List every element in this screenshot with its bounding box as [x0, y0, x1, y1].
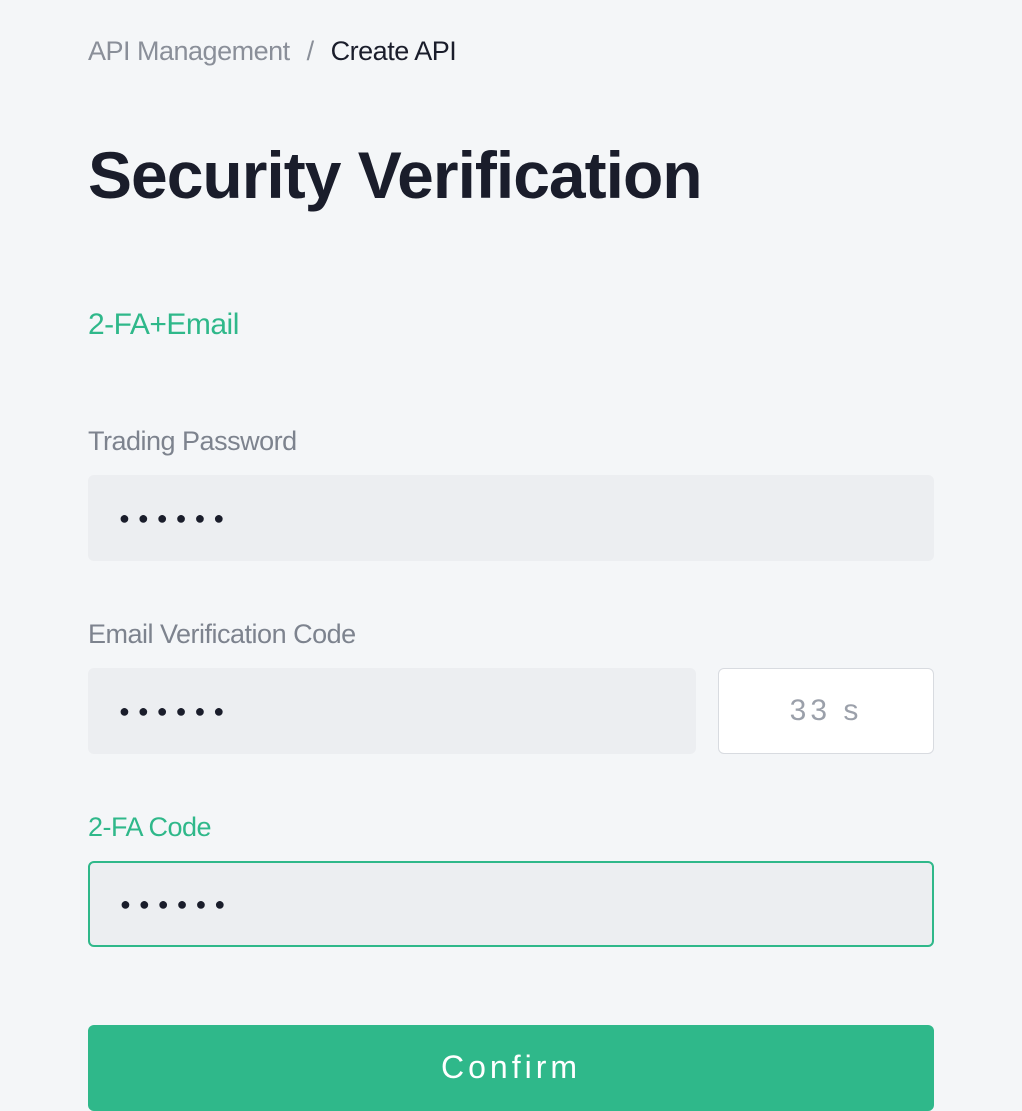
breadcrumb: API Management / Create API — [88, 36, 934, 67]
twofa-code-input[interactable]: ●●●●●● — [88, 861, 934, 947]
verification-method: 2-FA+Email — [88, 308, 934, 342]
confirm-button[interactable]: Confirm — [88, 1025, 934, 1111]
page-title: Security Verification — [88, 139, 934, 212]
field-email-code: Email Verification Code ●●●●●● 33 s — [88, 619, 934, 754]
field-trading-password: Trading Password ●●●●●● — [88, 426, 934, 561]
email-code-input[interactable]: ●●●●●● — [88, 668, 696, 754]
twofa-code-value: ●●●●●● — [120, 861, 233, 947]
breadcrumb-separator: / — [307, 36, 314, 66]
breadcrumb-item-prev[interactable]: API Management — [88, 36, 290, 66]
resend-countdown-button: 33 s — [718, 668, 934, 754]
field-twofa-code: 2-FA Code ●●●●●● — [88, 812, 934, 947]
email-code-label: Email Verification Code — [88, 619, 934, 650]
email-code-value: ●●●●●● — [119, 668, 232, 754]
trading-password-input[interactable]: ●●●●●● — [88, 475, 934, 561]
breadcrumb-item-current: Create API — [331, 36, 457, 66]
trading-password-label: Trading Password — [88, 426, 934, 457]
twofa-code-label: 2-FA Code — [88, 812, 934, 843]
trading-password-value: ●●●●●● — [119, 475, 232, 561]
